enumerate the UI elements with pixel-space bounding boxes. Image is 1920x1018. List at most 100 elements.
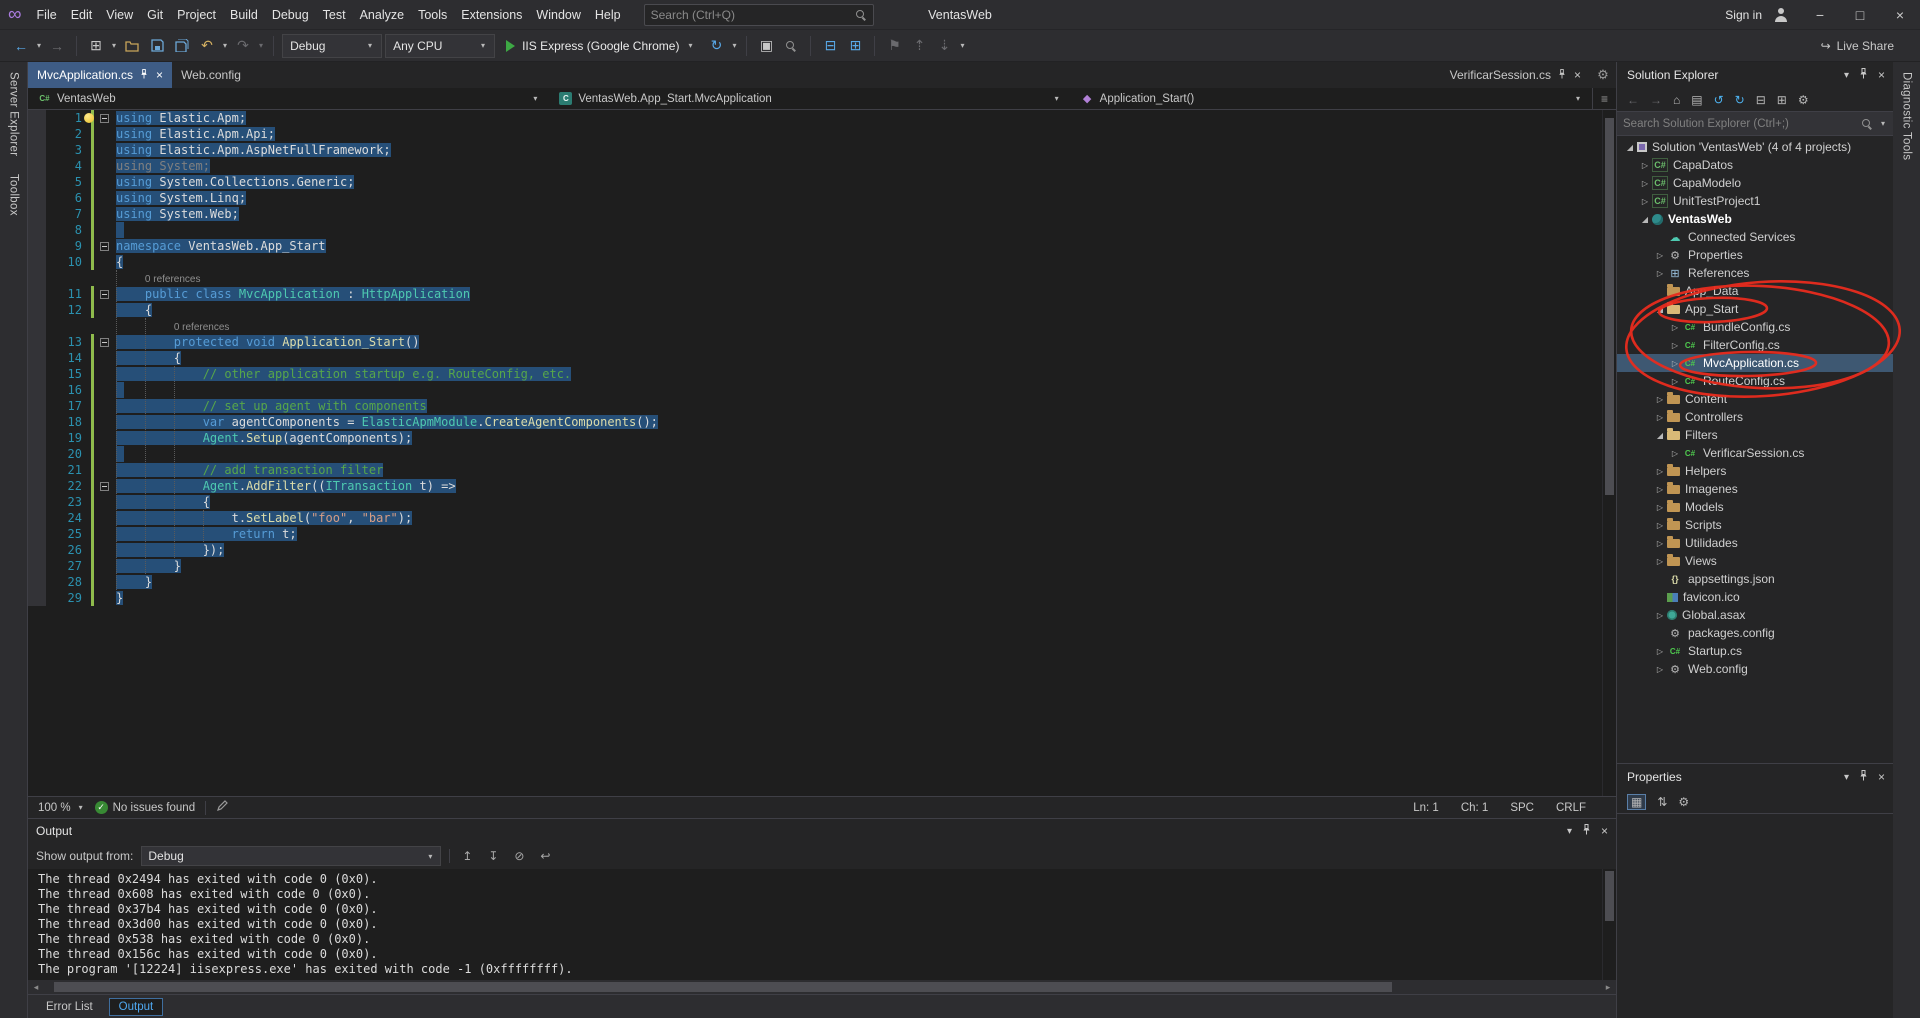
menu-git[interactable]: Git xyxy=(140,3,170,27)
expand-arrow-icon[interactable]: ▷ xyxy=(1653,251,1667,260)
expand-arrow-icon[interactable]: ▷ xyxy=(1653,269,1667,278)
expand-arrow-icon[interactable]: ▷ xyxy=(1653,395,1667,404)
tree-item-models[interactable]: ▷ Models xyxy=(1617,498,1893,516)
chevron-down-icon[interactable]: ▾ xyxy=(1879,119,1887,128)
collapse-region-icon[interactable] xyxy=(99,289,109,299)
document-outline-icon[interactable]: ≡ xyxy=(1591,88,1616,109)
next-message-icon[interactable]: ↧ xyxy=(484,849,502,863)
pin-icon[interactable] xyxy=(1582,824,1591,838)
breakpoint-margin[interactable] xyxy=(28,574,46,590)
minimize-button[interactable]: − xyxy=(1800,0,1840,29)
breakpoint-margin[interactable] xyxy=(28,398,46,414)
expand-arrow-icon[interactable]: ▷ xyxy=(1653,611,1667,620)
expand-arrow-icon[interactable]: ▷ xyxy=(1668,449,1682,458)
tree-item-capadatos[interactable]: ▷ C# CapaDatos xyxy=(1617,156,1893,174)
output-horizontal-scrollbar[interactable]: ◂ ▸ xyxy=(28,980,1616,994)
collapse-region-icon[interactable] xyxy=(99,337,109,347)
refresh-chevron-icon[interactable]: ▾ xyxy=(730,41,738,50)
expand-arrow-icon[interactable]: ▷ xyxy=(1653,521,1667,530)
undo-icon[interactable]: ↶ xyxy=(196,34,218,58)
breakpoint-margin[interactable] xyxy=(28,526,46,542)
menu-window[interactable]: Window xyxy=(529,3,587,27)
expand-arrow-icon[interactable]: ▷ xyxy=(1653,665,1667,674)
output-log[interactable]: The thread 0x2494 has exited with code 0… xyxy=(28,869,1602,980)
output-source-dropdown[interactable]: Debug ▾ xyxy=(141,846,442,866)
breakpoint-margin[interactable] xyxy=(28,414,46,430)
tree-item-mvcapplication-cs[interactable]: ▷ C# MvcApplication.cs xyxy=(1617,354,1893,372)
word-wrap-icon[interactable]: ↩ xyxy=(536,849,554,863)
window-position-chevron-icon[interactable]: ▾ xyxy=(1844,772,1849,783)
close-panel-icon[interactable]: × xyxy=(1878,68,1885,82)
breadcrumb-member[interactable]: ◆ Application_Start() ▾ xyxy=(1071,88,1592,109)
outlining-margin[interactable] xyxy=(96,574,112,590)
toolbox-tab[interactable]: Toolbox xyxy=(8,174,20,216)
codelens-references-link[interactable]: 0 references xyxy=(116,274,201,285)
breadcrumb-project[interactable]: C# VentasWeb ▾ xyxy=(28,88,549,109)
categorized-icon[interactable]: ▦ xyxy=(1627,793,1647,810)
zoom-selector[interactable]: 100 % ▾ xyxy=(38,802,85,814)
document-health-indicator[interactable]: ✓ No issues found xyxy=(94,801,195,814)
platform-dropdown[interactable]: Any CPU ▾ xyxy=(385,33,496,58)
breakpoint-margin[interactable] xyxy=(28,286,46,302)
back-history-chevron-icon[interactable]: ▾ xyxy=(35,41,43,50)
menu-view[interactable]: View xyxy=(99,3,140,27)
scrollbar-thumb[interactable] xyxy=(1605,871,1614,921)
breakpoint-margin[interactable] xyxy=(28,430,46,446)
close-tab-icon[interactable]: × xyxy=(1573,68,1581,82)
solution-search-box[interactable]: ▾ xyxy=(1617,112,1893,136)
forward-icon[interactable]: → xyxy=(1650,93,1662,107)
tree-item-appsettings-json[interactable]: {} appsettings.json xyxy=(1617,570,1893,588)
navigate-back-icon[interactable]: ← xyxy=(10,34,32,58)
tree-item-verificarsession-cs[interactable]: ▷ C# VerificarSession.cs xyxy=(1617,444,1893,462)
breakpoint-margin[interactable] xyxy=(28,350,46,366)
navigate-forward-icon[interactable]: → xyxy=(46,34,68,58)
tree-item-scripts[interactable]: ▷ Scripts xyxy=(1617,516,1893,534)
tree-item-helpers[interactable]: ▷ Helpers xyxy=(1617,462,1893,480)
line-ending-indicator[interactable]: CRLF xyxy=(1556,802,1586,814)
pin-icon[interactable] xyxy=(1859,770,1868,784)
collapse-region-icon[interactable] xyxy=(99,113,109,123)
outlining-margin[interactable] xyxy=(96,462,112,478)
new-project-icon[interactable]: ⊞ xyxy=(85,34,107,58)
open-file-icon[interactable] xyxy=(121,34,143,58)
outlining-margin[interactable] xyxy=(96,430,112,446)
expand-arrow-icon[interactable]: ▷ xyxy=(1668,323,1682,332)
close-panel-icon[interactable]: × xyxy=(1601,824,1608,838)
quick-search-input[interactable] xyxy=(650,7,849,22)
outlining-margin[interactable] xyxy=(96,334,112,350)
undo-history-chevron-icon[interactable]: ▾ xyxy=(221,41,229,50)
breakpoint-margin[interactable] xyxy=(28,382,46,398)
menu-tools[interactable]: Tools xyxy=(411,3,454,27)
expand-arrow-icon[interactable]: ◢ xyxy=(1638,215,1652,224)
tree-item-startup-cs[interactable]: ▷ C# Startup.cs xyxy=(1617,642,1893,660)
breakpoint-margin[interactable] xyxy=(28,494,46,510)
breakpoint-margin[interactable] xyxy=(28,478,46,494)
menu-extensions[interactable]: Extensions xyxy=(454,3,529,27)
collapse-all-icon[interactable]: ⊟ xyxy=(1756,93,1766,107)
outlining-margin[interactable] xyxy=(96,286,112,302)
output-vertical-scrollbar[interactable] xyxy=(1602,869,1616,980)
sync-solution-icon[interactable]: ⊞ xyxy=(844,34,866,58)
outlining-margin[interactable] xyxy=(96,302,112,318)
outlining-margin[interactable] xyxy=(96,238,112,254)
expand-arrow-icon[interactable]: ▷ xyxy=(1653,539,1667,548)
package-icon[interactable]: ▣ xyxy=(755,34,777,58)
show-all-files-icon[interactable]: ⊞ xyxy=(1777,93,1787,107)
scrollbar-thumb[interactable] xyxy=(1605,118,1614,496)
menu-project[interactable]: Project xyxy=(170,3,223,27)
expand-arrow-icon[interactable]: ▷ xyxy=(1653,485,1667,494)
tool-tab-output[interactable]: Output xyxy=(108,997,164,1016)
document-tab-mvcapplication-cs[interactable]: MvcApplication.cs × xyxy=(28,62,173,88)
outlining-margin[interactable] xyxy=(96,478,112,494)
refresh-icon[interactable]: ↻ xyxy=(705,34,727,58)
properties-icon[interactable]: ⚙ xyxy=(1798,93,1809,107)
tree-item-imagenes[interactable]: ▷ Imagenes xyxy=(1617,480,1893,498)
tree-item-favicon-ico[interactable]: favicon.ico xyxy=(1617,588,1893,606)
sync-namespaces-icon[interactable]: ⊟ xyxy=(819,34,841,58)
solution-search-input[interactable] xyxy=(1623,117,1855,130)
menu-debug[interactable]: Debug xyxy=(265,3,316,27)
outlining-margin[interactable] xyxy=(96,174,112,190)
diagnostic-tools-tab[interactable]: Diagnostic Tools xyxy=(1901,72,1913,160)
property-pages-icon[interactable]: ⚙ xyxy=(1678,795,1689,809)
breakpoint-margin[interactable] xyxy=(28,190,46,206)
